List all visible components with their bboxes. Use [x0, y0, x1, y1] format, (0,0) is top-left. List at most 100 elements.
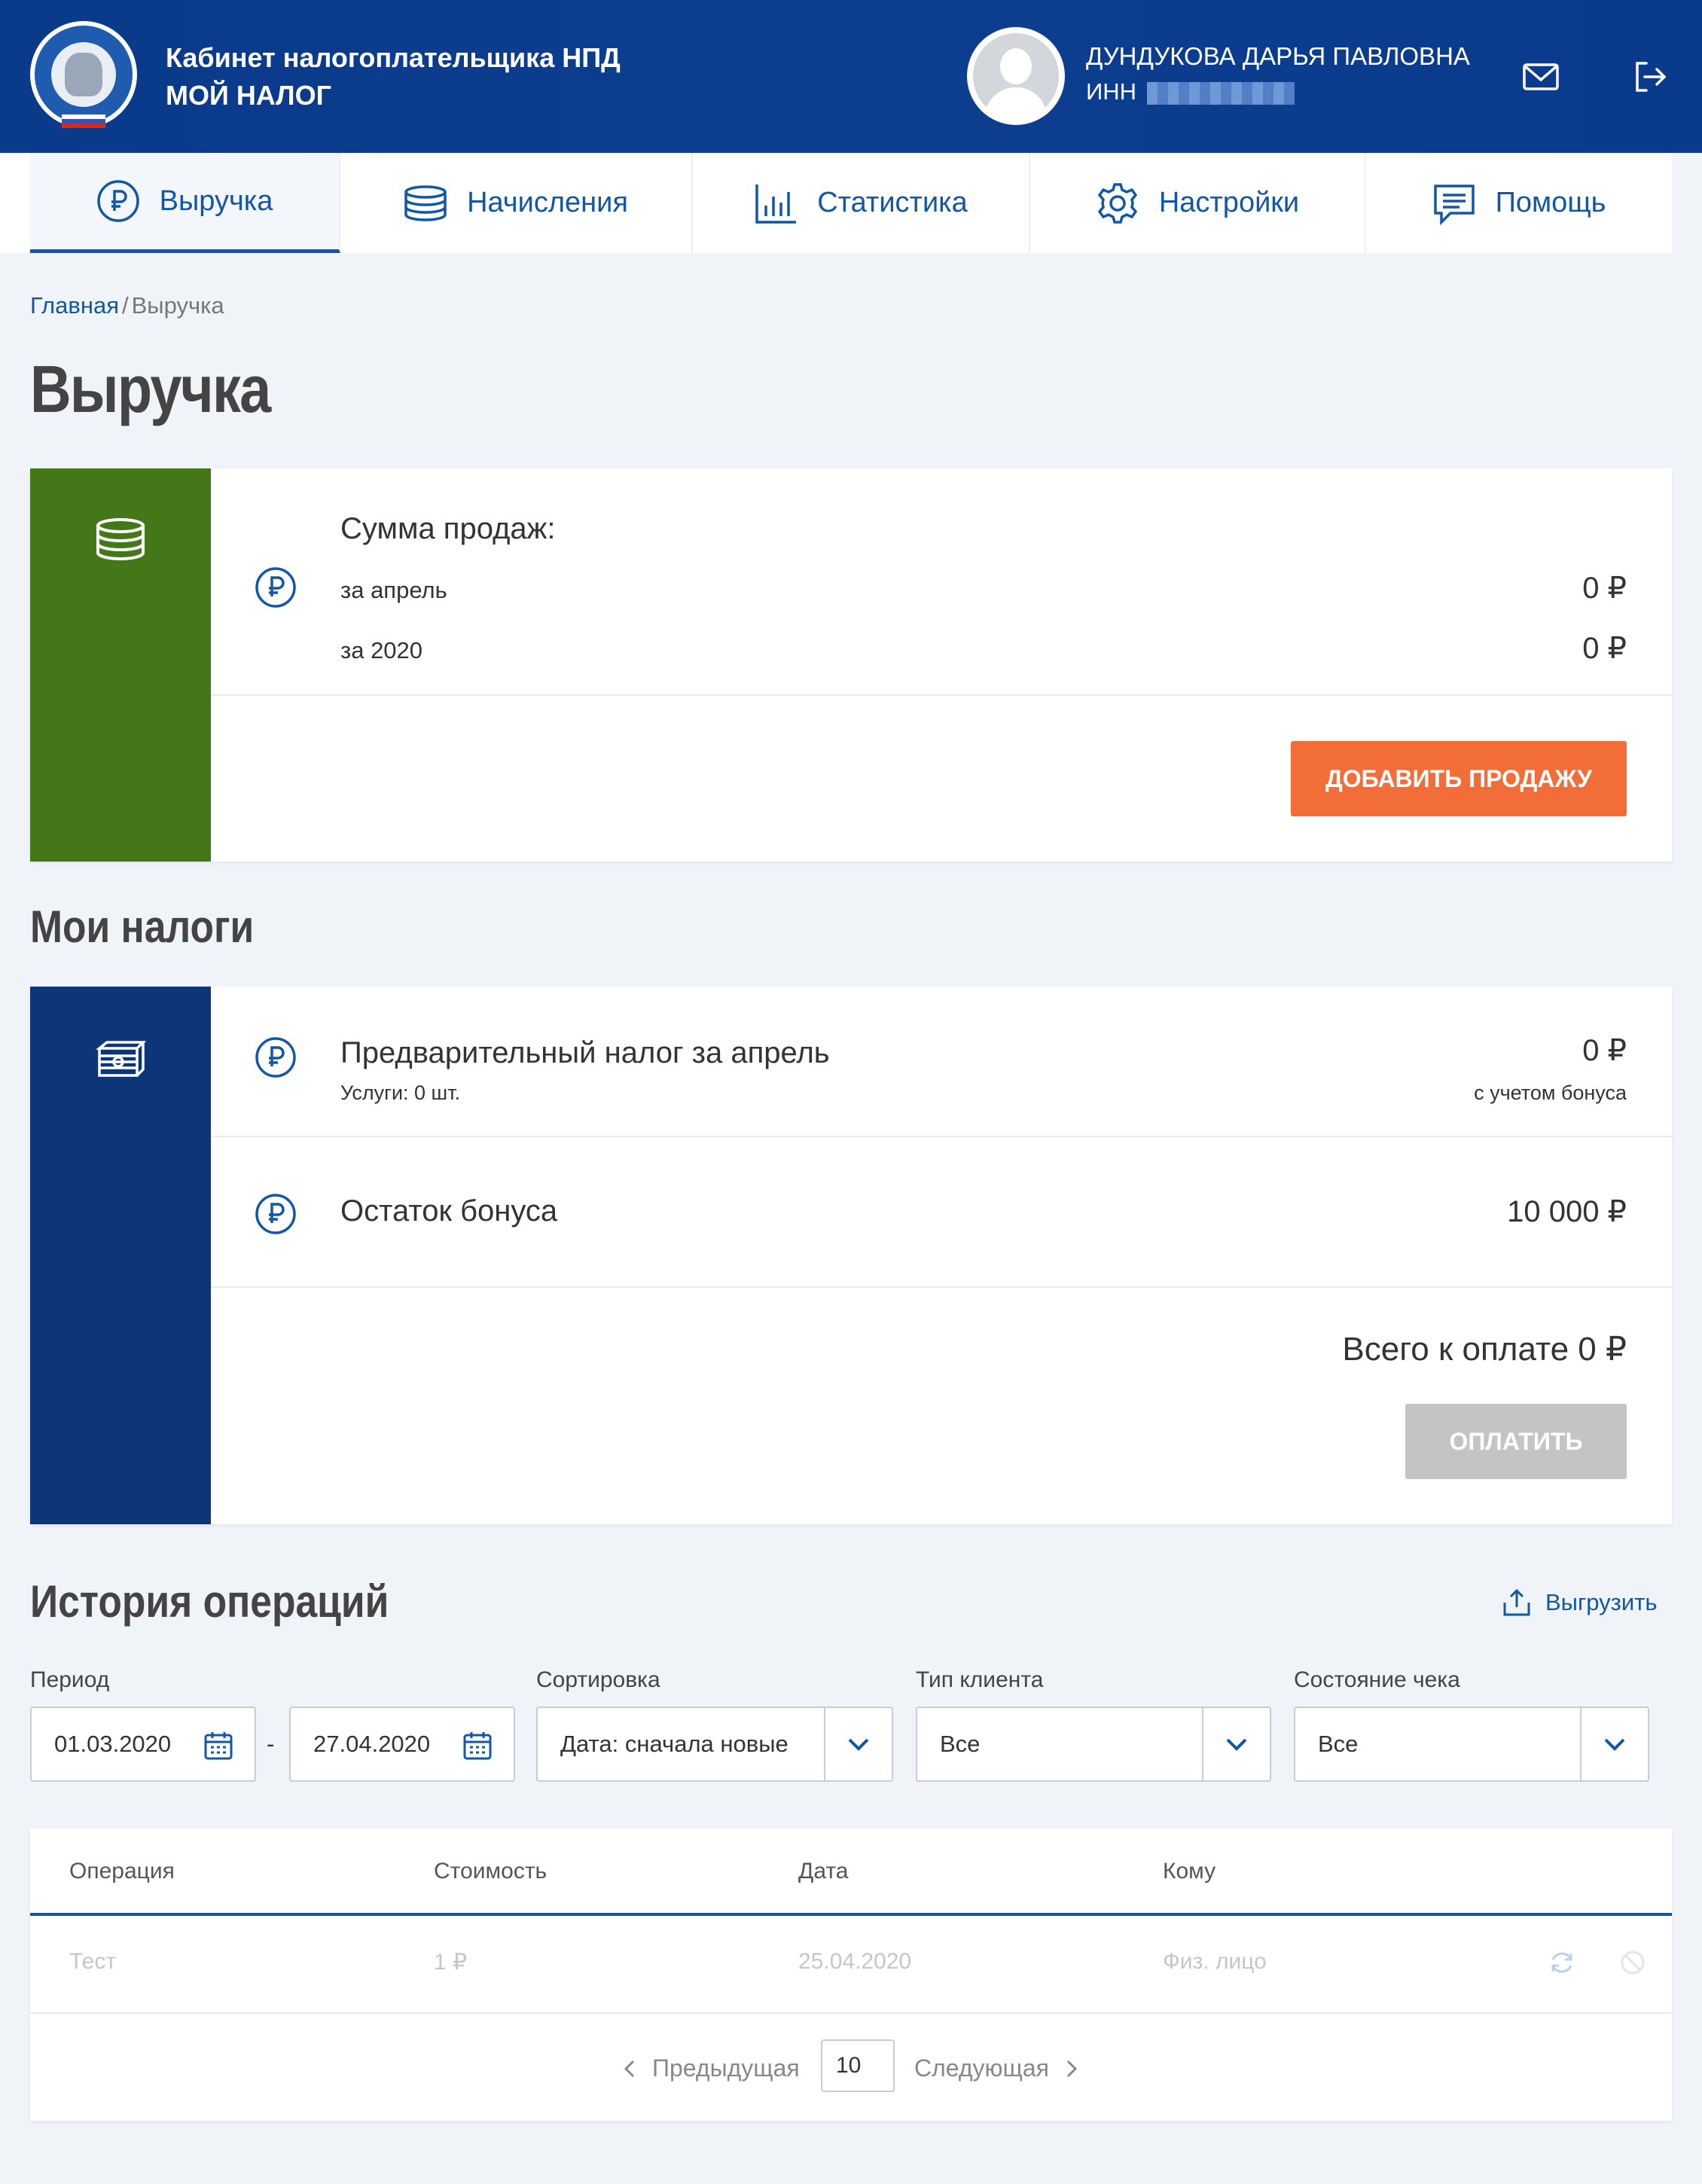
sales-card-side: [30, 468, 211, 862]
client-type-label: Тип клиента: [916, 1667, 1044, 1692]
client-type-select[interactable]: Все: [916, 1707, 1271, 1782]
breadcrumb-home[interactable]: Главная: [30, 292, 119, 319]
chevron-left-icon: [624, 2060, 635, 2077]
ruble-circle-icon: [255, 1037, 296, 1078]
divider: [211, 694, 1672, 696]
breadcrumb: Главная / Выручка: [30, 292, 224, 319]
date-to-input[interactable]: 27.04.2020: [289, 1707, 515, 1782]
tab-statistics-label: Статистика: [817, 187, 968, 218]
upload-icon: [1503, 1588, 1530, 1616]
tab-settings-label: Настройки: [1158, 187, 1300, 218]
tab-revenue[interactable]: Выручка: [30, 153, 340, 253]
cell-operation: Тест: [69, 1949, 117, 1974]
sort-select[interactable]: Дата: сначала новые: [536, 1707, 893, 1782]
date-from-value: 01.03.2020: [54, 1731, 172, 1757]
logout-icon[interactable]: [1630, 57, 1669, 96]
sales-month-value: 0 ₽: [1582, 572, 1627, 605]
cancel-icon[interactable]: [1619, 1949, 1646, 1976]
sort-label: Сортировка: [536, 1667, 660, 1692]
inn-label: ИНН: [1086, 78, 1137, 105]
column-header-date[interactable]: Дата: [798, 1859, 848, 1884]
history-section-title: История операций: [30, 1576, 389, 1627]
page-title: Выручка: [30, 352, 271, 426]
fns-logo[interactable]: [30, 21, 137, 128]
cell-cost: 1 ₽: [434, 1950, 468, 1975]
refresh-icon[interactable]: [1548, 1949, 1575, 1976]
avatar[interactable]: [967, 27, 1065, 125]
app-header: Кабинет налогоплательщика НПД МОЙ НАЛОГ …: [0, 0, 1702, 153]
row-divider: [30, 2012, 1672, 2014]
main-nav: Выручка Начисления Статистика Настройки …: [0, 153, 1672, 253]
prelim-tax-services: Услуги: 0 шт.: [340, 1081, 461, 1104]
receipt-state-value: Все: [1318, 1731, 1359, 1757]
page-size-input[interactable]: 10: [821, 2039, 895, 2092]
taxes-card-side: [30, 987, 211, 1524]
date-from-input[interactable]: 01.03.2020: [30, 1707, 256, 1782]
coins-icon: [404, 185, 447, 221]
user-inn: ИНН: [1086, 78, 1295, 105]
bonus-value: 10 000 ₽: [1507, 1195, 1627, 1228]
tab-charges-label: Начисления: [467, 187, 628, 218]
user-name[interactable]: ДУНДУКОВА ДАРЬЯ ПАВЛОВНА: [1086, 42, 1470, 71]
breadcrumb-separator: /: [122, 292, 129, 319]
sort-value: Дата: сначала новые: [560, 1731, 788, 1757]
date-to-value: 27.04.2020: [313, 1731, 431, 1757]
ruble-circle-icon: [255, 1194, 296, 1234]
sales-heading: Сумма продаж:: [340, 512, 556, 545]
tab-revenue-label: Выручка: [159, 185, 273, 217]
operations-table: Операция Стоимость Дата Кому Тест 1 ₽ 25…: [30, 1829, 1672, 2121]
column-header-recipient[interactable]: Кому: [1163, 1859, 1215, 1884]
tab-charges[interactable]: Начисления: [340, 153, 693, 253]
receipt-state-select[interactable]: Все: [1294, 1707, 1649, 1782]
total-to-pay: Всего к оплате 0 ₽: [1342, 1331, 1627, 1368]
pay-button[interactable]: ОПЛАТИТЬ: [1405, 1404, 1627, 1479]
chevron-down-icon[interactable]: [1202, 1708, 1270, 1780]
pager-next-label: Следующая: [914, 2054, 1049, 2082]
bonus-label: Остаток бонуса: [340, 1194, 558, 1228]
bar-chart-icon: [755, 184, 797, 224]
export-button[interactable]: Выгрузить: [1502, 1588, 1658, 1618]
prelim-tax-label: Предварительный налог за апрель: [340, 1036, 830, 1069]
divider: [211, 1136, 1672, 1137]
pager-prev[interactable]: Предыдущая: [622, 2054, 800, 2082]
chat-icon: [1433, 184, 1475, 225]
receipt-state-label: Состояние чека: [1294, 1667, 1460, 1692]
coins-icon: [96, 518, 145, 560]
ruble-circle-icon: [255, 567, 296, 608]
chevron-down-icon[interactable]: [1580, 1708, 1648, 1780]
calendar-icon[interactable]: [462, 1731, 493, 1761]
export-label: Выгрузить: [1545, 1589, 1658, 1615]
app-title-line1: Кабинет налогоплательщика НПД: [166, 42, 621, 73]
client-type-value: Все: [940, 1731, 981, 1757]
tab-statistics[interactable]: Статистика: [693, 153, 1030, 253]
calendar-icon[interactable]: [203, 1731, 233, 1761]
sales-card: Сумма продаж: за апрель 0 ₽ за 2020 0 ₽ …: [30, 468, 1672, 862]
app-title: Кабинет налогоплательщика НПД МОЙ НАЛОГ: [166, 39, 621, 114]
sales-year-label: за 2020: [340, 637, 423, 663]
tab-settings[interactable]: Настройки: [1030, 153, 1366, 253]
taxes-card: Предварительный налог за апрель Услуги: …: [30, 987, 1672, 1524]
tab-help[interactable]: Помощь: [1366, 153, 1672, 253]
chevron-right-icon: [1066, 2060, 1078, 2077]
date-separator: -: [267, 1731, 275, 1757]
app-title-line2: МОЙ НАЛОГ: [166, 80, 331, 111]
gear-icon: [1097, 182, 1138, 224]
period-label: Период: [30, 1667, 110, 1692]
breadcrumb-current: Выручка: [131, 292, 224, 319]
sales-year-value: 0 ₽: [1582, 632, 1627, 665]
column-header-cost[interactable]: Стоимость: [434, 1859, 547, 1884]
chevron-down-icon[interactable]: [824, 1708, 892, 1780]
pager-prev-label: Предыдущая: [652, 2054, 800, 2082]
sales-month-label: за апрель: [340, 577, 447, 603]
cell-date: 25.04.2020: [798, 1949, 912, 1974]
pager-next[interactable]: Следующая: [914, 2054, 1079, 2082]
banknotes-icon: [96, 1041, 147, 1077]
column-header-operation[interactable]: Операция: [69, 1859, 175, 1884]
add-sale-button[interactable]: ДОБАВИТЬ ПРОДАЖУ: [1291, 741, 1627, 816]
cell-recipient: Физ. лицо: [1163, 1949, 1267, 1974]
header-underline: [30, 1913, 1672, 1916]
user-silhouette-icon: [973, 33, 1059, 119]
tab-help-label: Помощь: [1495, 187, 1606, 218]
prelim-tax-value: 0 ₽: [1582, 1034, 1627, 1067]
mail-icon[interactable]: [1521, 57, 1560, 96]
